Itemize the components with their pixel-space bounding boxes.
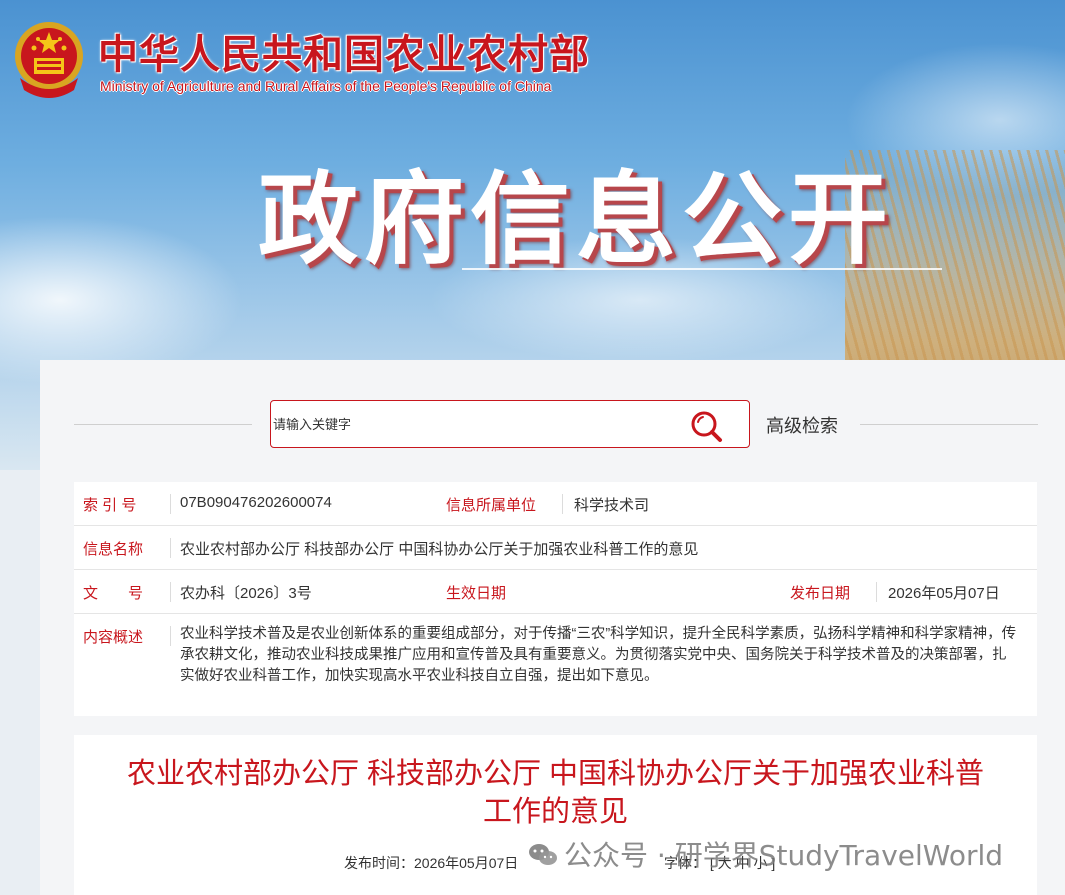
info-row-name: 信息名称 农业农村部办公厅 科技部办公厅 中国科协办公厅关于加强农业科普工作的意… xyxy=(74,526,1037,570)
ministry-name-cn[interactable]: 中华人民共和国农业农村部 xyxy=(98,22,590,80)
separator xyxy=(170,538,171,558)
search-box xyxy=(270,400,750,448)
ministry-name-en[interactable]: Ministry of Agriculture and Rural Affair… xyxy=(100,78,551,94)
info-row-index: 索 引 号 07B090476202600074 信息所属单位 科学技术司 xyxy=(74,482,1037,526)
search-icon[interactable] xyxy=(689,409,723,443)
main-panel: 高级检索 索 引 号 07B090476202600074 信息所属单位 科学技… xyxy=(40,360,1065,895)
search-input[interactable] xyxy=(273,411,673,437)
advanced-search-link[interactable]: 高级检索 xyxy=(766,412,838,438)
publish-time-label: 发布时间： xyxy=(344,855,414,871)
publish-time-value: 2026年05月07日 xyxy=(414,855,519,871)
separator xyxy=(562,494,563,514)
search-row: 高级检索 xyxy=(40,400,1065,450)
national-emblem-icon[interactable] xyxy=(12,18,86,100)
publish-date-label: 发布日期 xyxy=(790,585,851,602)
title-underline xyxy=(462,268,942,270)
separator xyxy=(170,582,171,602)
index-label: 索 引 号 xyxy=(83,497,137,514)
separator xyxy=(876,582,877,602)
doc-number-label: 文 号 xyxy=(83,585,144,602)
name-value: 农业农村部办公厅 科技部办公厅 中国科协办公厅关于加强农业科普工作的意见 xyxy=(180,541,699,558)
publish-date-value: 2026年05月07日 xyxy=(888,585,1000,602)
info-row-doc: 文 号 农办科〔2026〕3号 生效日期 发布日期 2026年05月07日 xyxy=(74,570,1037,614)
divider-left xyxy=(74,424,252,425)
section-title: 政府信息公开 xyxy=(258,161,894,278)
divider-right xyxy=(860,424,1038,425)
watermark: 公众号 · 研学界StudyTravelWorld xyxy=(528,834,1003,874)
separator xyxy=(170,626,171,646)
publish-time: 发布时间：2026年05月07日 xyxy=(344,853,518,873)
effective-date-label: 生效日期 xyxy=(446,585,507,602)
info-row-summary: 内容概述 农业科学技术普及是农业创新体系的重要组成部分，对于传播“三农”科学知识… xyxy=(74,614,1037,716)
wechat-icon xyxy=(529,844,557,865)
info-table: 索 引 号 07B090476202600074 信息所属单位 科学技术司 信息… xyxy=(74,482,1037,716)
dept-value: 科学技术司 xyxy=(574,497,650,514)
doc-number-value: 农办科〔2026〕3号 xyxy=(180,585,312,602)
name-label: 信息名称 xyxy=(83,541,144,558)
index-value: 07B090476202600074 xyxy=(180,494,332,511)
separator xyxy=(170,494,171,514)
summary-label: 内容概述 xyxy=(83,629,144,646)
summary-text: 农业科学技术普及是农业创新体系的重要组成部分，对于传播“三农”科学知识，提升全民… xyxy=(180,626,1017,684)
article-title: 农业农村部办公厅 科技部办公厅 中国科协办公厅关于加强农业科普工作的意见 xyxy=(126,758,985,828)
watermark-text: 公众号 · 研学界StudyTravelWorld xyxy=(564,839,1004,872)
dept-label: 信息所属单位 xyxy=(446,497,537,514)
